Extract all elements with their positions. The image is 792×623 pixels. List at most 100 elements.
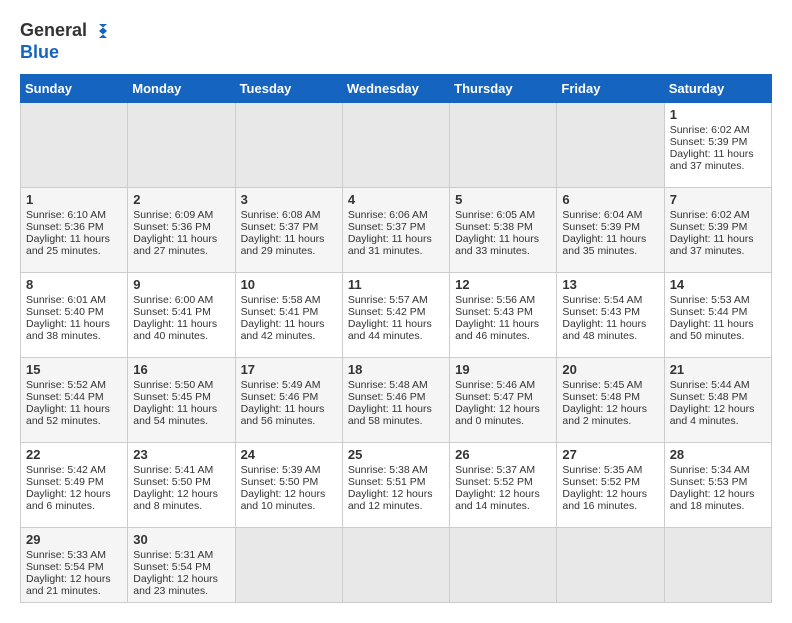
daylight-text: Daylight: 12 hours and 2 minutes.	[562, 403, 647, 427]
daylight-text: Daylight: 11 hours and 37 minutes.	[670, 148, 754, 172]
sunset-text: Sunset: 5:46 PM	[241, 391, 319, 403]
sunrise-text: Sunrise: 6:01 AM	[26, 294, 106, 306]
calendar-cell: 7Sunrise: 6:02 AMSunset: 5:39 PMDaylight…	[664, 187, 771, 272]
calendar-cell	[342, 527, 449, 602]
sunrise-text: Sunrise: 5:52 AM	[26, 379, 106, 391]
sunset-text: Sunset: 5:54 PM	[26, 561, 104, 573]
day-number: 19	[455, 362, 551, 377]
sunrise-text: Sunrise: 5:42 AM	[26, 464, 106, 476]
sunset-text: Sunset: 5:41 PM	[241, 306, 319, 318]
day-number: 6	[562, 192, 658, 207]
day-number: 17	[241, 362, 337, 377]
day-number: 29	[26, 532, 122, 547]
daylight-text: Daylight: 11 hours and 38 minutes.	[26, 318, 110, 342]
calendar-cell: 15Sunrise: 5:52 AMSunset: 5:44 PMDayligh…	[21, 357, 128, 442]
calendar-cell: 21Sunrise: 5:44 AMSunset: 5:48 PMDayligh…	[664, 357, 771, 442]
sunrise-text: Sunrise: 5:46 AM	[455, 379, 535, 391]
day-number: 26	[455, 447, 551, 462]
day-number: 2	[133, 192, 229, 207]
calendar-table: SundayMondayTuesdayWednesdayThursdayFrid…	[20, 74, 772, 603]
day-number: 21	[670, 362, 766, 377]
sunrise-text: Sunrise: 5:50 AM	[133, 379, 213, 391]
sunset-text: Sunset: 5:39 PM	[670, 136, 748, 148]
day-number: 1	[26, 192, 122, 207]
sunrise-text: Sunrise: 6:00 AM	[133, 294, 213, 306]
day-number: 13	[562, 277, 658, 292]
calendar-day-header: Wednesday	[342, 74, 449, 102]
daylight-text: Daylight: 11 hours and 56 minutes.	[241, 403, 325, 427]
sunset-text: Sunset: 5:54 PM	[133, 561, 211, 573]
sunset-text: Sunset: 5:48 PM	[670, 391, 748, 403]
logo-general: General	[20, 20, 87, 42]
sunrise-text: Sunrise: 6:02 AM	[670, 124, 750, 136]
calendar-day-header: Tuesday	[235, 74, 342, 102]
day-number: 20	[562, 362, 658, 377]
sunset-text: Sunset: 5:37 PM	[241, 221, 319, 233]
day-number: 27	[562, 447, 658, 462]
calendar-day-header: Thursday	[450, 74, 557, 102]
sunset-text: Sunset: 5:37 PM	[348, 221, 426, 233]
sunrise-text: Sunrise: 6:09 AM	[133, 209, 213, 221]
daylight-text: Daylight: 12 hours and 6 minutes.	[26, 488, 111, 512]
calendar-cell	[450, 527, 557, 602]
day-number: 12	[455, 277, 551, 292]
calendar-body: 1Sunrise: 6:02 AMSunset: 5:39 PMDaylight…	[21, 102, 772, 602]
daylight-text: Daylight: 12 hours and 16 minutes.	[562, 488, 647, 512]
calendar-cell	[450, 102, 557, 187]
sunset-text: Sunset: 5:45 PM	[133, 391, 211, 403]
calendar-day-header: Friday	[557, 74, 664, 102]
day-number: 16	[133, 362, 229, 377]
daylight-text: Daylight: 12 hours and 0 minutes.	[455, 403, 540, 427]
calendar-cell: 6Sunrise: 6:04 AMSunset: 5:39 PMDaylight…	[557, 187, 664, 272]
daylight-text: Daylight: 11 hours and 40 minutes.	[133, 318, 217, 342]
daylight-text: Daylight: 12 hours and 23 minutes.	[133, 573, 218, 597]
calendar-cell	[557, 527, 664, 602]
sunrise-text: Sunrise: 5:44 AM	[670, 379, 750, 391]
daylight-text: Daylight: 11 hours and 27 minutes.	[133, 233, 217, 257]
calendar-cell: 3Sunrise: 6:08 AMSunset: 5:37 PMDaylight…	[235, 187, 342, 272]
calendar-cell: 2Sunrise: 6:09 AMSunset: 5:36 PMDaylight…	[128, 187, 235, 272]
calendar-cell: 13Sunrise: 5:54 AMSunset: 5:43 PMDayligh…	[557, 272, 664, 357]
sunset-text: Sunset: 5:46 PM	[348, 391, 426, 403]
sunrise-text: Sunrise: 5:58 AM	[241, 294, 321, 306]
sunrise-text: Sunrise: 5:48 AM	[348, 379, 428, 391]
sunrise-text: Sunrise: 6:04 AM	[562, 209, 642, 221]
daylight-text: Daylight: 11 hours and 52 minutes.	[26, 403, 110, 427]
logo-blue: Blue	[20, 42, 59, 64]
calendar-cell: 20Sunrise: 5:45 AMSunset: 5:48 PMDayligh…	[557, 357, 664, 442]
calendar-day-header: Saturday	[664, 74, 771, 102]
day-number: 18	[348, 362, 444, 377]
calendar-cell: 25Sunrise: 5:38 AMSunset: 5:51 PMDayligh…	[342, 442, 449, 527]
calendar-cell: 10Sunrise: 5:58 AMSunset: 5:41 PMDayligh…	[235, 272, 342, 357]
sunrise-text: Sunrise: 5:37 AM	[455, 464, 535, 476]
sunrise-text: Sunrise: 5:39 AM	[241, 464, 321, 476]
day-number: 1	[670, 107, 766, 122]
calendar-cell	[557, 102, 664, 187]
daylight-text: Daylight: 11 hours and 25 minutes.	[26, 233, 110, 257]
sunrise-text: Sunrise: 5:34 AM	[670, 464, 750, 476]
daylight-text: Daylight: 11 hours and 33 minutes.	[455, 233, 539, 257]
calendar-cell: 27Sunrise: 5:35 AMSunset: 5:52 PMDayligh…	[557, 442, 664, 527]
sunset-text: Sunset: 5:40 PM	[26, 306, 104, 318]
logo: General Blue	[20, 20, 111, 64]
daylight-text: Daylight: 11 hours and 44 minutes.	[348, 318, 432, 342]
logo-mark: General Blue	[20, 20, 111, 64]
page-header: General Blue	[20, 20, 772, 64]
sunrise-text: Sunrise: 5:53 AM	[670, 294, 750, 306]
day-number: 11	[348, 277, 444, 292]
calendar-cell: 12Sunrise: 5:56 AMSunset: 5:43 PMDayligh…	[450, 272, 557, 357]
sunset-text: Sunset: 5:47 PM	[455, 391, 533, 403]
sunrise-text: Sunrise: 5:31 AM	[133, 549, 213, 561]
calendar-cell: 9Sunrise: 6:00 AMSunset: 5:41 PMDaylight…	[128, 272, 235, 357]
sunrise-text: Sunrise: 5:33 AM	[26, 549, 106, 561]
daylight-text: Daylight: 11 hours and 58 minutes.	[348, 403, 432, 427]
calendar-cell	[235, 527, 342, 602]
day-number: 10	[241, 277, 337, 292]
day-number: 22	[26, 447, 122, 462]
daylight-text: Daylight: 11 hours and 35 minutes.	[562, 233, 646, 257]
calendar-cell: 22Sunrise: 5:42 AMSunset: 5:49 PMDayligh…	[21, 442, 128, 527]
daylight-text: Daylight: 11 hours and 37 minutes.	[670, 233, 754, 257]
sunset-text: Sunset: 5:41 PM	[133, 306, 211, 318]
calendar-cell	[128, 102, 235, 187]
calendar-cell: 11Sunrise: 5:57 AMSunset: 5:42 PMDayligh…	[342, 272, 449, 357]
